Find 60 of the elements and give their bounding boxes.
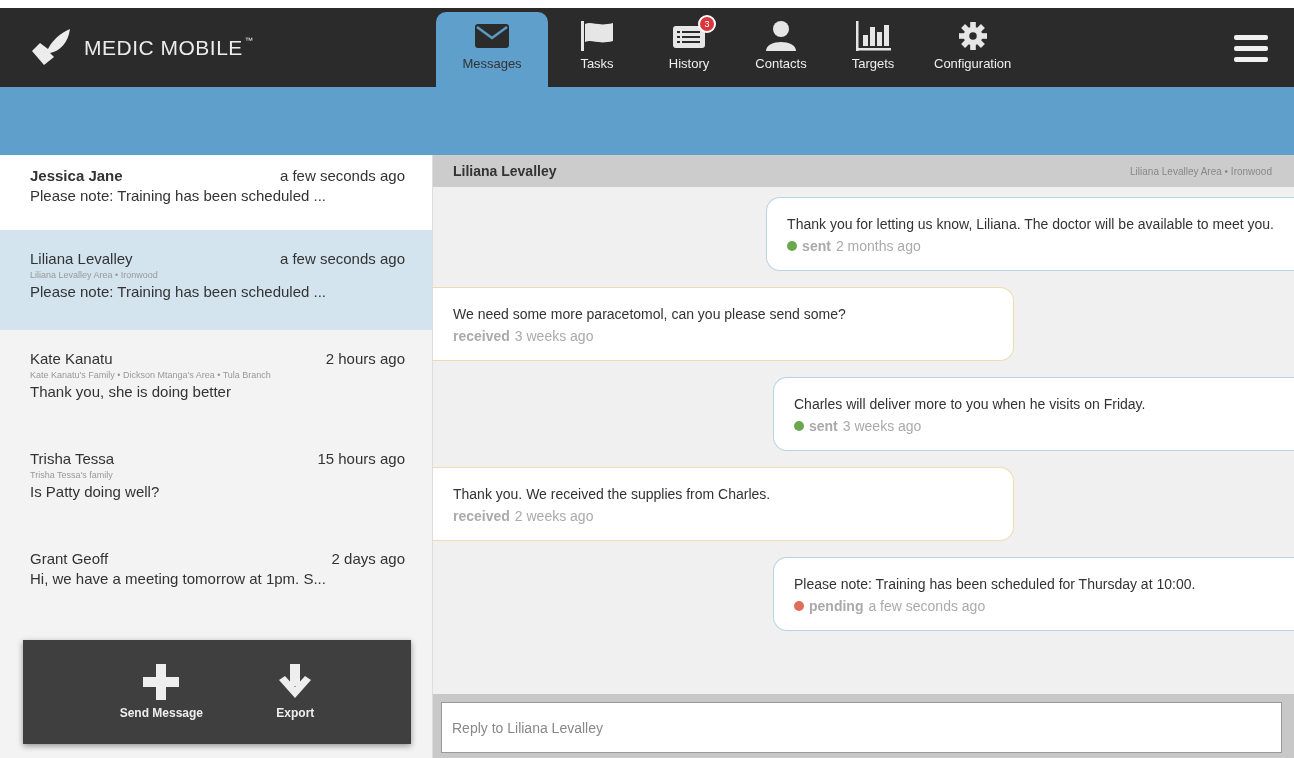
message-time: 2 days ago bbox=[331, 550, 405, 567]
logo-text: MEDIC MOBILE bbox=[84, 35, 243, 60]
message-time: 2 months ago bbox=[835, 238, 921, 254]
nav-tab[interactable]: Targets bbox=[830, 12, 916, 87]
action-button[interactable]: Send Message bbox=[113, 663, 209, 721]
conversation-title: Liliana Levalley bbox=[453, 163, 557, 179]
message-status: received bbox=[453, 328, 510, 344]
contact-location: Liliana Levalley Area • Ironwood bbox=[30, 270, 159, 280]
reply-field[interactable]: Reply to Liliana Levalley bbox=[441, 702, 1282, 753]
conversation-item[interactable]: Grant Geoff 2 days ago Hi, we have a meeting tomorrow at 1pm. S... bbox=[0, 530, 432, 620]
message-preview: Is Patty doing well? bbox=[30, 483, 161, 500]
menu-icon[interactable] bbox=[1234, 33, 1268, 62]
nav-tab[interactable]: Contacts bbox=[738, 12, 824, 87]
action-button[interactable]: Export bbox=[270, 663, 321, 721]
message-text: Please note: Training has been scheduled for Thursday at 10:00. bbox=[794, 576, 1197, 592]
contact-location: Trisha Tessa's family bbox=[30, 470, 114, 480]
message-time: a few seconds ago bbox=[279, 250, 405, 267]
message-preview: Please note: Training has been scheduled ... bbox=[30, 187, 328, 204]
message-text: Thank you. We received the supplies from Charles. bbox=[453, 486, 772, 502]
envelope-icon bbox=[475, 24, 509, 48]
contact-name: Liliana Levalley bbox=[30, 250, 133, 267]
contact-name: Grant Geoff bbox=[30, 550, 109, 567]
message-text: We need some more paracetomol, can you please send some? bbox=[453, 306, 847, 322]
message-status: pending bbox=[809, 598, 864, 614]
message-preview: Please note: Training has been scheduled ... bbox=[30, 283, 328, 300]
nav-tab[interactable]: Messages bbox=[436, 12, 548, 87]
contact-location: Kate Kanatu's Family • Dickson Mtanga's Area • Tula Branch bbox=[30, 370, 272, 380]
message-status: sent bbox=[802, 238, 831, 254]
conversation-item[interactable]: Kate Kanatu 2 hours ago Kate Kanatu's Family • Dickson Mtanga's Area • Tula Branch Thank you, she is doing better bbox=[0, 330, 432, 430]
contact-name: Kate Kanatu bbox=[30, 350, 113, 367]
message-time: a few seconds ago bbox=[868, 598, 986, 614]
conversation-item[interactable]: Jessica Jane a few seconds ago Please note: Training has been scheduled ... bbox=[0, 155, 432, 230]
message-text: Thank you for letting us know, Liliana. The doctor will be available to meet you. bbox=[787, 216, 1274, 232]
conversation-item[interactable]: Trisha Tessa 15 hours ago Trisha Tessa's family Is Patty doing well? bbox=[0, 430, 432, 530]
message-time: 2 hours ago bbox=[325, 350, 405, 367]
message-preview: Hi, we have a meeting tomorrow at 1pm. S... bbox=[30, 570, 327, 587]
contact-name: Trisha Tessa bbox=[30, 450, 115, 467]
down-arrow-icon bbox=[277, 664, 314, 700]
message-time: 3 weeks ago bbox=[514, 328, 594, 344]
bar-chart-icon bbox=[855, 21, 891, 51]
message-time: 15 hours ago bbox=[317, 450, 405, 467]
person-icon bbox=[765, 21, 797, 51]
notification-badge: 3 bbox=[698, 15, 716, 33]
plus-icon bbox=[143, 664, 180, 700]
list-card-icon bbox=[672, 23, 706, 49]
message-status: received bbox=[453, 508, 510, 524]
nav-tab[interactable]: Tasks bbox=[554, 12, 640, 87]
nav-tab[interactable]: 3 History bbox=[646, 12, 732, 87]
message-time: a few seconds ago bbox=[279, 167, 405, 184]
trademark-sign: ™ bbox=[244, 36, 253, 45]
message-status: sent bbox=[809, 418, 838, 434]
nav-tab[interactable]: Configuration bbox=[922, 12, 1024, 87]
conversation-location: Liliana Levalley Area • Ironwood bbox=[1130, 165, 1272, 177]
message-preview: Thank you, she is doing better bbox=[30, 383, 232, 400]
contact-name: Jessica Jane bbox=[30, 167, 123, 184]
message-time: 2 weeks ago bbox=[514, 508, 594, 524]
message-text: Charles will deliver more to you when he visits on Friday. bbox=[794, 396, 1147, 412]
flag-icon bbox=[580, 21, 614, 51]
message-time: 3 weeks ago bbox=[842, 418, 922, 434]
conversation-item[interactable]: Liliana Levalley a few seconds ago Liliana Levalley Area • Ironwood Please note: Training has been scheduled ... bbox=[0, 230, 432, 330]
